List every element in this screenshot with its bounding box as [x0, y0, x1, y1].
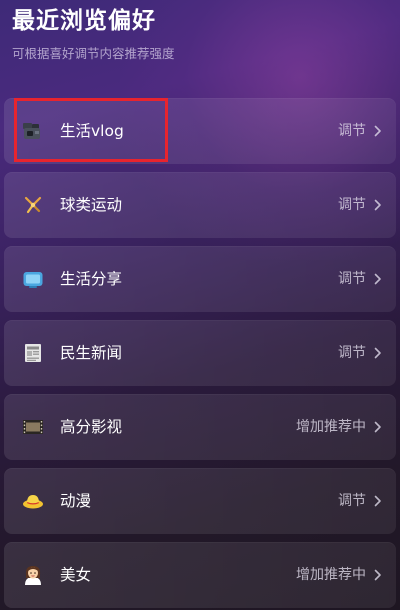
newspaper-icon: [25, 344, 41, 362]
preference-label: 生活分享: [60, 270, 123, 288]
preference-item-ball-sports[interactable]: 球类运动 调节: [4, 172, 396, 238]
page-subtitle: 可根据喜好调节内容推荐强度: [12, 46, 175, 61]
adjust-link[interactable]: 调节: [338, 269, 366, 289]
preference-label: 动漫: [60, 492, 92, 510]
page-header: 最近浏览偏好 可根据喜好调节内容推荐强度: [12, 4, 388, 62]
chevron-right-icon: [374, 347, 381, 359]
preference-item-top-rated-films[interactable]: 高分影视 增加推荐中: [4, 394, 396, 460]
film-icon: [23, 420, 43, 434]
adjust-link[interactable]: 调节: [338, 343, 366, 363]
page-title: 最近浏览偏好: [12, 8, 156, 34]
preference-label: 民生新闻: [60, 344, 123, 362]
woman-icon: [25, 566, 41, 585]
preference-label: 球类运动: [60, 196, 123, 214]
chevron-right-icon: [374, 273, 381, 285]
adjust-link[interactable]: 调节: [338, 491, 366, 511]
straw-hat-icon: [23, 495, 43, 509]
chevron-right-icon: [374, 421, 381, 433]
preference-label: 美女: [60, 566, 92, 584]
preference-item-beauty[interactable]: 美女 增加推荐中: [4, 542, 396, 608]
preference-item-anime[interactable]: 动漫 调节: [4, 468, 396, 534]
preference-list: 生活vlog 调节 球类运动 调节 生活分享 调节 民生新闻 调节 高分影视 增…: [4, 98, 396, 610]
recommendation-status[interactable]: 增加推荐中: [296, 417, 366, 437]
chevron-right-icon: [374, 125, 381, 137]
preference-label: 高分影视: [60, 418, 123, 436]
recommendation-status[interactable]: 增加推荐中: [296, 565, 366, 585]
badminton-icon: [24, 196, 42, 214]
adjust-link[interactable]: 调节: [338, 195, 366, 215]
chevron-right-icon: [374, 569, 381, 581]
chevron-right-icon: [374, 199, 381, 211]
preference-item-life-vlog[interactable]: 生活vlog 调节: [4, 98, 396, 164]
chevron-right-icon: [374, 495, 381, 507]
tv-icon: [23, 272, 43, 288]
preference-label: 生活vlog: [60, 122, 124, 140]
preference-item-life-sharing[interactable]: 生活分享 调节: [4, 246, 396, 312]
preference-item-livelihood-news[interactable]: 民生新闻 调节: [4, 320, 396, 386]
adjust-link[interactable]: 调节: [338, 121, 366, 141]
camera-icon: [23, 123, 40, 139]
